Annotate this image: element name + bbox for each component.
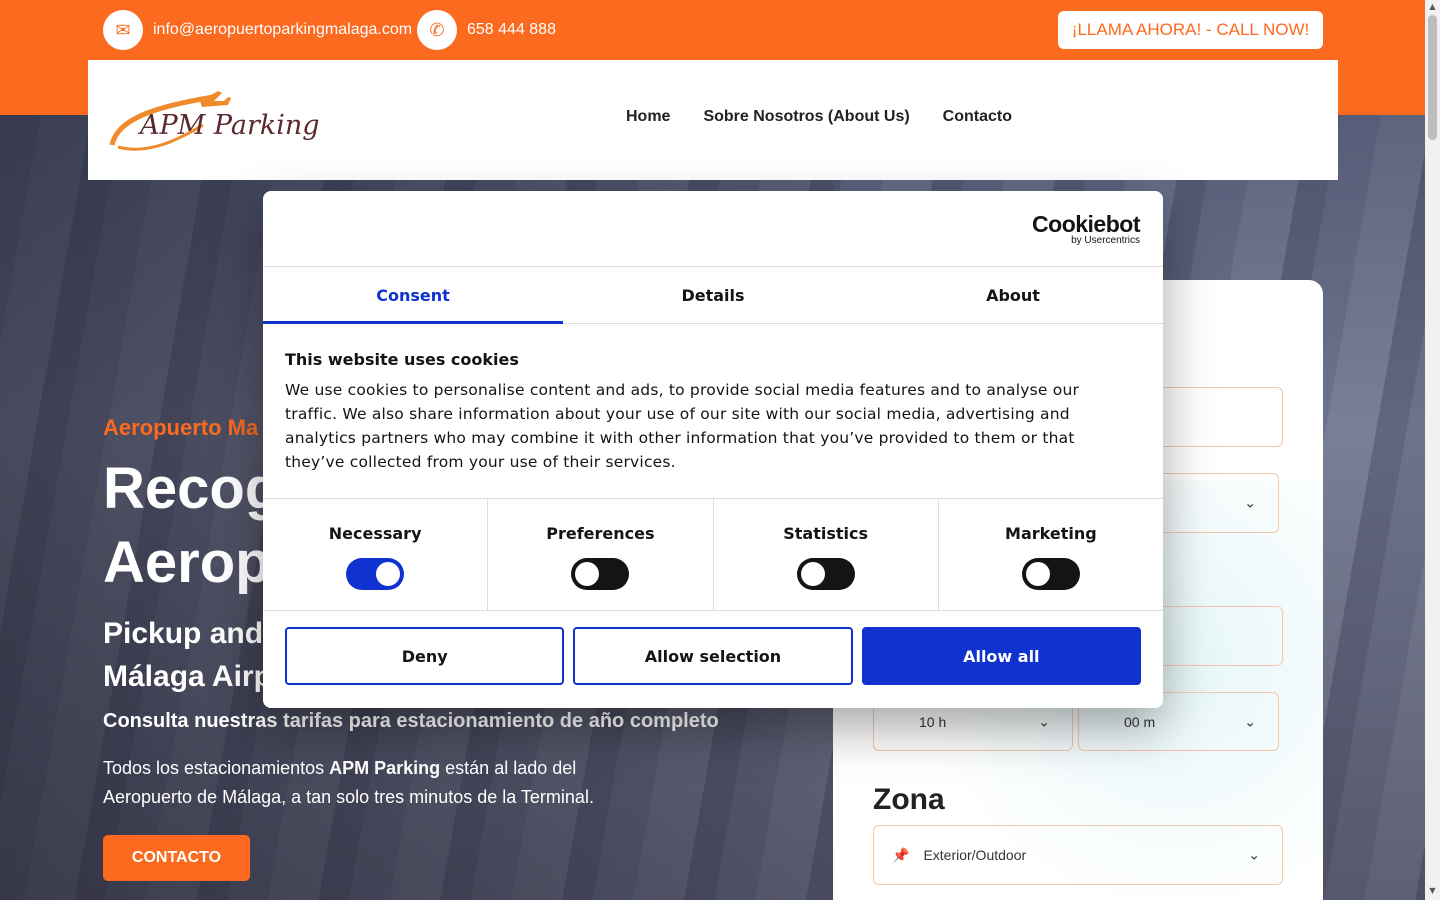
switch-knob	[575, 562, 600, 586]
pin-icon: 📌	[892, 846, 910, 863]
zona-label: Zona	[873, 783, 945, 816]
allow-all-button[interactable]: Allow all	[861, 627, 1141, 685]
zona-value: Exterior/Outdoor	[923, 847, 1027, 863]
switch-knob	[376, 562, 401, 586]
minute-value: 00 m	[1124, 713, 1156, 730]
switch-knob	[1025, 562, 1050, 586]
statistics-switch[interactable]	[796, 558, 855, 590]
hero-subtitle-line1: Pickup and	[103, 617, 264, 650]
toggle-label: Marketing	[1005, 524, 1097, 543]
cookie-toggles: Necessary Preferences Statistics Marketi…	[263, 498, 1163, 611]
hero-paragraph: Todos los estacionamientos APM Parking e…	[103, 754, 623, 812]
cookie-consent-dialog: Cookiebot by Usercentrics Consent Detail…	[263, 191, 1163, 708]
phone-icon: ✆	[417, 10, 457, 50]
email-text[interactable]: info@aeropuertoparkingmalaga.com	[153, 21, 412, 39]
scroll-up-arrow-icon[interactable]: ▲	[1425, 2, 1440, 11]
nav-contact[interactable]: Contacto	[943, 108, 1012, 126]
phone-text[interactable]: 658 444 888	[467, 21, 556, 39]
nav-about[interactable]: Sobre Nosotros (About Us)	[703, 108, 909, 126]
cookiebot-brand: Cookiebot	[1032, 211, 1140, 237]
logo-text: APM Parking	[140, 110, 320, 141]
toggle-necessary: Necessary	[263, 499, 489, 610]
navbar: APM Parking Home Sobre Nosotros (About U…	[88, 60, 1338, 180]
scrollbar[interactable]: ▲ ▼	[1425, 0, 1440, 900]
para-pre: Todos los estacionamientos	[103, 758, 330, 778]
call-now-button[interactable]: ¡LLAMA AHORA! - CALL NOW!	[1058, 11, 1323, 49]
hero-subtitle-line2: Málaga Airp	[103, 660, 272, 693]
hour-value: 10 h	[919, 713, 947, 730]
cookie-buttons: Deny Allow selection Allow all	[285, 627, 1141, 685]
allow-selection-button[interactable]: Allow selection	[573, 627, 853, 685]
nav-home[interactable]: Home	[626, 108, 670, 126]
chevron-down-icon: ⌄	[1038, 713, 1050, 729]
toggle-preferences: Preferences	[488, 499, 714, 610]
hero-title-line1: Recog	[103, 456, 281, 521]
cookiebot-logo: Cookiebot by Usercentrics	[1032, 211, 1140, 247]
envelope-icon: ✉	[103, 10, 143, 50]
tab-consent[interactable]: Consent	[263, 267, 563, 324]
hero-kicker: Aeropuerto Ma	[103, 415, 259, 440]
chevron-down-icon: ⌄	[1244, 713, 1256, 729]
scroll-thumb[interactable]	[1428, 15, 1437, 140]
switch-knob	[800, 562, 825, 586]
email-contact[interactable]: ✉ info@aeropuertoparkingmalaga.com	[103, 10, 412, 50]
scroll-down-arrow-icon[interactable]: ▼	[1425, 886, 1440, 895]
chevron-down-icon: ⌄	[1244, 494, 1256, 511]
zona-select[interactable]: 📌 Exterior/Outdoor ⌄	[873, 825, 1283, 885]
cookie-body: We use cookies to personalise content an…	[285, 381, 1080, 471]
para-brand: APM Parking	[329, 758, 441, 778]
preferences-switch[interactable]	[571, 558, 630, 590]
tariffs-heading: Consulta nuestras tarifas para estaciona…	[103, 710, 719, 732]
deny-button[interactable]: Deny	[285, 627, 565, 685]
phone-contact[interactable]: ✆ 658 444 888	[417, 10, 556, 50]
contact-cta-button[interactable]: CONTACTO	[103, 835, 250, 881]
main-nav: Home Sobre Nosotros (About Us) Contacto	[626, 108, 1012, 126]
toggle-label: Preferences	[546, 524, 655, 543]
cookie-tabs: Consent Details About	[263, 266, 1163, 324]
tab-about[interactable]: About	[863, 267, 1163, 323]
toggle-marketing: Marketing	[939, 499, 1163, 610]
toggle-label: Necessary	[328, 524, 422, 543]
necessary-switch[interactable]	[346, 558, 405, 590]
hero-title-line2: Aerop	[103, 530, 271, 595]
hero-subtitle: Pickup and Málaga Airp	[103, 612, 272, 698]
chevron-down-icon: ⌄	[1248, 846, 1260, 863]
toggle-statistics: Statistics	[714, 499, 939, 610]
marketing-switch[interactable]	[1021, 558, 1080, 590]
tab-details[interactable]: Details	[563, 267, 863, 323]
hero-title: Recog Aerop	[103, 452, 280, 600]
toggle-label: Statistics	[783, 524, 868, 543]
cookie-title: This website uses cookies	[285, 350, 519, 369]
